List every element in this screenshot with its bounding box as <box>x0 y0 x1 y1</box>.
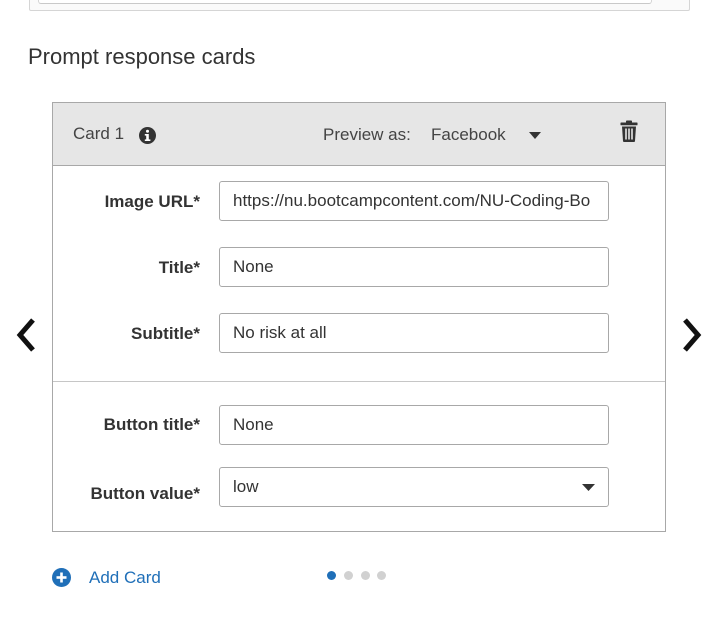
button-value-label: Button value* <box>90 484 200 503</box>
chevron-left-icon[interactable] <box>14 317 38 353</box>
pagination-dot-3[interactable] <box>361 571 370 580</box>
response-card: Card 1 Preview as: Facebook Image URL* h… <box>52 102 666 532</box>
previous-panel-edge <box>29 0 690 11</box>
image-url-input[interactable]: https://nu.bootcampcontent.com/NU-Coding… <box>219 181 609 221</box>
card-divider <box>53 381 665 382</box>
info-icon[interactable] <box>139 127 156 144</box>
preview-platform-select[interactable]: Facebook <box>421 117 551 151</box>
caret-down-icon <box>582 484 595 491</box>
button-title-input[interactable]: None <box>219 405 609 445</box>
subtitle-label: Subtitle* <box>131 324 200 343</box>
previous-panel-input-edge <box>38 0 652 4</box>
add-card-label: Add Card <box>89 568 161 587</box>
plus-circle-icon <box>52 568 71 587</box>
pagination-dot-2[interactable] <box>344 571 353 580</box>
caret-down-icon <box>529 132 541 139</box>
title-label: Title* <box>158 258 200 277</box>
title-input[interactable]: None <box>219 247 609 287</box>
pagination-dot-4[interactable] <box>377 571 386 580</box>
preview-platform-value: Facebook <box>431 125 506 144</box>
button-title-label: Button title* <box>103 415 200 434</box>
card-title: Card 1 <box>73 124 125 143</box>
image-url-label: Image URL* <box>104 192 200 211</box>
subtitle-input[interactable]: No risk at all <box>219 313 609 353</box>
pagination-dot-1[interactable] <box>327 571 336 580</box>
button-value-selected: low <box>233 477 259 496</box>
trash-icon[interactable] <box>620 120 638 142</box>
preview-as-label: Preview as: <box>323 125 411 144</box>
section-title: Prompt response cards <box>28 44 256 69</box>
chevron-right-icon[interactable] <box>680 317 704 353</box>
card-header: Card 1 Preview as: Facebook <box>53 103 665 166</box>
button-value-select[interactable]: low <box>219 467 609 507</box>
